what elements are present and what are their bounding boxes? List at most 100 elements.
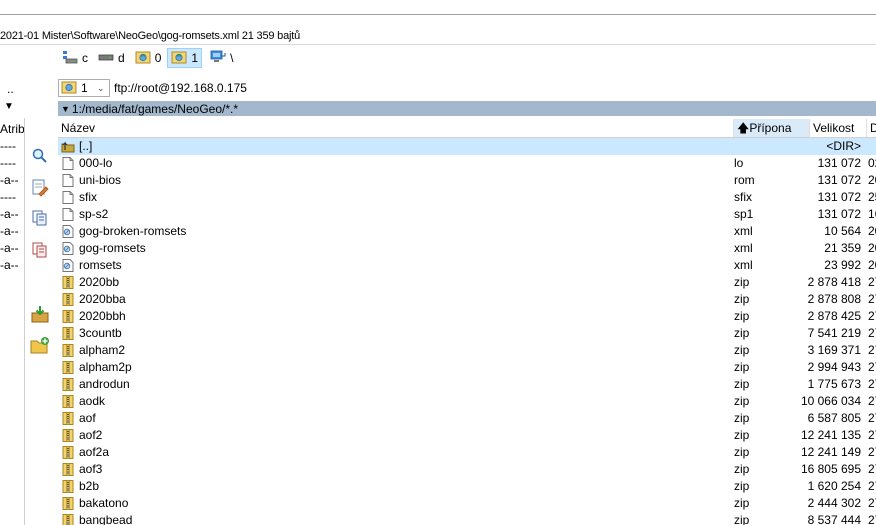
file-extension: zip [734,360,750,374]
left-panel-attrib: -a-- [0,173,19,187]
file-size: 12 241 149 [800,445,861,459]
column-header-date[interactable]: D [867,119,876,137]
drive-button-0[interactable]: 0 [131,48,166,68]
pack-files-icon[interactable] [30,304,50,324]
file-name: 3countb [79,326,122,340]
file-row[interactable]: [..] <DIR> [58,138,876,155]
file-row[interactable]: alpham2p zip 2 994 943 27 [58,359,876,376]
file-row[interactable]: aof3 zip 16 805 695 27 [58,461,876,478]
zip-icon [61,344,75,357]
file-info-status: 2021-01 Mister\Software\NeoGeo\gog-romse… [0,30,301,42]
file-extension: xml [734,224,753,238]
file-size: 3 169 371 [807,343,861,357]
drive-button-1[interactable]: 1 [167,48,203,68]
file-row[interactable]: 000-lo lo 131 072 02 [58,155,876,172]
left-panel-parent-dir[interactable]: .. [7,82,14,96]
drive-button-network[interactable]: \ [204,48,237,68]
file-date: 16 [868,207,876,221]
file-row[interactable]: 2020bb zip 2 878 418 27 [58,274,876,291]
file-date: 27 [868,343,876,357]
file-name: bakatono [79,496,129,510]
file-name: aof3 [79,462,103,476]
left-panel-attrib: ---- [0,190,16,204]
file-row[interactable]: sfix sfix 131 072 25 [58,189,876,206]
history-dropdown-icon[interactable]: ▼ [61,104,70,114]
file-name: alpham2 [79,343,126,357]
file-row[interactable]: aof2a zip 12 241 149 27 [58,444,876,461]
file-date: 20 [868,173,876,187]
zip-icon [61,378,75,391]
view-file-icon[interactable] [30,146,50,166]
panel-splitter[interactable] [24,118,25,525]
file-row[interactable]: androdun zip 1 775 673 27 [58,376,876,393]
file-date: 27 [868,394,876,408]
file-row[interactable]: aof2 zip 12 241 135 27 [58,427,876,444]
xml-file-icon [61,225,75,238]
hard-drive-icon [98,50,114,67]
file-row[interactable]: 2020bbh zip 2 878 425 27 [58,308,876,325]
zip-icon [61,514,75,525]
drive-combo-value: 1 [81,81,88,95]
file-icon [61,208,75,221]
drive-button-d[interactable]: d [94,48,129,68]
file-date: 02 [868,156,876,170]
drive-label: 0 [154,51,162,65]
move-file-icon[interactable] [30,240,50,260]
file-extension: zip [734,411,750,425]
zip-icon [61,412,75,425]
left-panel-attrib: ---- [0,156,16,170]
zip-icon [61,361,75,374]
file-row[interactable]: gog-broken-romsets xml 10 564 20 [58,223,876,240]
file-date: 27 [868,411,876,425]
edit-file-icon[interactable] [30,178,50,198]
column-header-name[interactable]: Název [58,119,734,137]
file-row[interactable]: aof zip 6 587 805 27 [58,410,876,427]
file-extension: zip [734,292,750,306]
file-row[interactable]: sp-s2 sp1 131 072 16 [58,206,876,223]
current-path-header[interactable]: ▼ 1:/media/fat/games/NeoGeo/*.* [58,101,876,116]
file-row[interactable]: bangbead zip 8 537 444 27 [58,512,876,525]
file-size: 16 805 695 [800,462,861,476]
file-extension: sp1 [734,207,754,221]
file-row[interactable]: aodk zip 10 066 034 27 [58,393,876,410]
file-row[interactable]: romsets xml 23 992 20 [58,257,876,274]
new-folder-icon[interactable] [30,336,50,356]
file-row[interactable]: uni-bios rom 131 072 20 [58,172,876,189]
ftp-connection-icon [135,50,151,67]
column-header-ext[interactable]: 🡅Přípona [734,119,810,137]
copy-file-icon[interactable] [30,208,50,228]
file-size: 6 587 805 [807,411,861,425]
file-icon [61,174,75,187]
file-row[interactable]: b2b zip 1 620 254 27 [58,478,876,495]
file-extension: zip [734,377,750,391]
file-row[interactable]: alpham2 zip 3 169 371 27 [58,342,876,359]
left-panel-column-atrib[interactable]: Atrib [0,122,24,136]
drive-button-c[interactable]: c [58,48,92,68]
file-size: 1 620 254 [807,479,861,493]
sort-ascending-icon: 🡅 [737,121,750,135]
file-size: 131 072 [817,190,861,204]
left-panel-attrib-list: ---- ---- -a-- ---- -a-- -a-- -a-- -a-- [0,138,24,274]
file-row[interactable]: bakatono zip 2 444 302 27 [58,495,876,512]
file-row[interactable]: 3countb zip 7 541 219 27 [58,325,876,342]
file-row[interactable]: 2020bba zip 2 878 808 27 [58,291,876,308]
drive-label: 1 [191,51,199,65]
zip-icon [61,463,75,476]
zip-icon [61,395,75,408]
zip-icon [61,293,75,306]
file-size: 10 066 034 [800,394,861,408]
zip-icon [61,276,75,289]
left-panel-attrib: -a-- [0,207,19,221]
file-name: uni-bios [79,173,122,187]
file-extension: zip [734,394,750,408]
chevron-down-icon: ⌄ [97,82,105,93]
file-name: bangbead [79,513,133,525]
file-name: [..] [79,139,93,153]
file-row[interactable]: gog-romsets xml 21 359 20 [58,240,876,257]
column-header-size[interactable]: Velikost [810,119,867,137]
file-date: 27 [868,462,876,476]
drive-combo[interactable]: 1 ⌄ [58,79,110,97]
file-extension: sfix [734,190,752,204]
column-header-ext-label: Přípona [749,121,792,135]
left-panel-history-icon[interactable]: ▼ [4,101,14,112]
